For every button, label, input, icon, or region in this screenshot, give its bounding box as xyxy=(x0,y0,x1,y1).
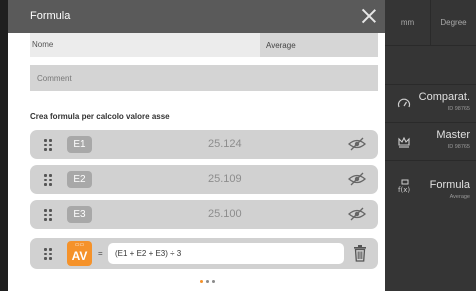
drag-handle-icon[interactable] xyxy=(44,174,52,186)
background-left-strip xyxy=(0,0,8,291)
dialog-title: Formula xyxy=(30,10,71,22)
element-row: E1 25.124 xyxy=(30,130,378,159)
pagination-dots xyxy=(200,280,215,283)
dialog-titlebar: Formula xyxy=(8,0,385,33)
panel-item-sub: Average xyxy=(449,194,470,200)
hidden-eye-icon[interactable] xyxy=(348,137,366,151)
element-row: E2 25.109 xyxy=(30,165,378,194)
panel-item-sub: ID 98765 xyxy=(447,106,470,112)
panel-item-sub: ID 98765 xyxy=(447,144,470,150)
hidden-eye-icon[interactable] xyxy=(348,172,366,186)
element-chip[interactable]: E3 xyxy=(67,206,92,223)
crown-icon xyxy=(397,135,411,149)
panel-item-comparator: Comparat. ID 98765 xyxy=(385,84,476,122)
background-right-panel: mm Degree Comparat. ID 98765 Master ID 9… xyxy=(385,0,476,291)
page-dot[interactable] xyxy=(212,280,215,283)
panel-item-formula: f(x) Formula Average xyxy=(385,160,476,208)
name-input[interactable]: Average xyxy=(260,33,378,57)
element-row: E3 25.100 xyxy=(30,200,378,229)
equals-sign: = xyxy=(98,249,103,258)
average-chip-label: AV xyxy=(71,249,88,263)
page-dot[interactable] xyxy=(200,280,203,283)
panel-item-title: Formula xyxy=(429,179,470,191)
formula-input[interactable]: (E1 + E2 + E3) ÷ 3 xyxy=(108,243,344,264)
section-title: Crea formula per calcolo valore asse xyxy=(30,112,170,121)
formula-icon: f(x) xyxy=(397,179,411,194)
element-value: 25.124 xyxy=(208,138,242,150)
formula-dialog: Formula Nome Average Comment Crea formul… xyxy=(8,0,385,291)
close-icon[interactable] xyxy=(361,8,377,24)
drag-handle-icon[interactable] xyxy=(44,248,52,260)
name-field-row: Nome Average xyxy=(30,33,378,57)
result-row: ▭▭ AV = (E1 + E2 + E3) ÷ 3 xyxy=(30,238,378,269)
gauge-icon xyxy=(397,97,411,111)
element-value: 25.100 xyxy=(208,208,242,220)
units-bar: mm Degree xyxy=(385,0,476,46)
svg-text:f(x): f(x) xyxy=(398,186,410,193)
comment-input[interactable]: Comment xyxy=(30,65,378,91)
units-mm: mm xyxy=(400,18,415,27)
element-chip[interactable]: E1 xyxy=(67,136,92,153)
element-chip[interactable]: E2 xyxy=(67,171,92,188)
units-degree: Degree xyxy=(430,0,476,45)
average-chip[interactable]: ▭▭ AV xyxy=(67,241,92,266)
element-value: 25.109 xyxy=(208,173,242,185)
page-dot[interactable] xyxy=(206,280,209,283)
panel-item-title: Comparat. xyxy=(418,91,470,103)
drag-handle-icon[interactable] xyxy=(44,209,52,221)
drag-handle-icon[interactable] xyxy=(44,139,52,151)
panel-item-master: Master ID 98765 xyxy=(385,122,476,160)
hidden-eye-icon[interactable] xyxy=(348,207,366,221)
panel-item-title: Master xyxy=(436,129,470,141)
trash-icon[interactable] xyxy=(353,245,367,262)
name-label: Nome xyxy=(32,40,54,49)
average-chip-glyph: ▭▭ xyxy=(74,242,85,248)
